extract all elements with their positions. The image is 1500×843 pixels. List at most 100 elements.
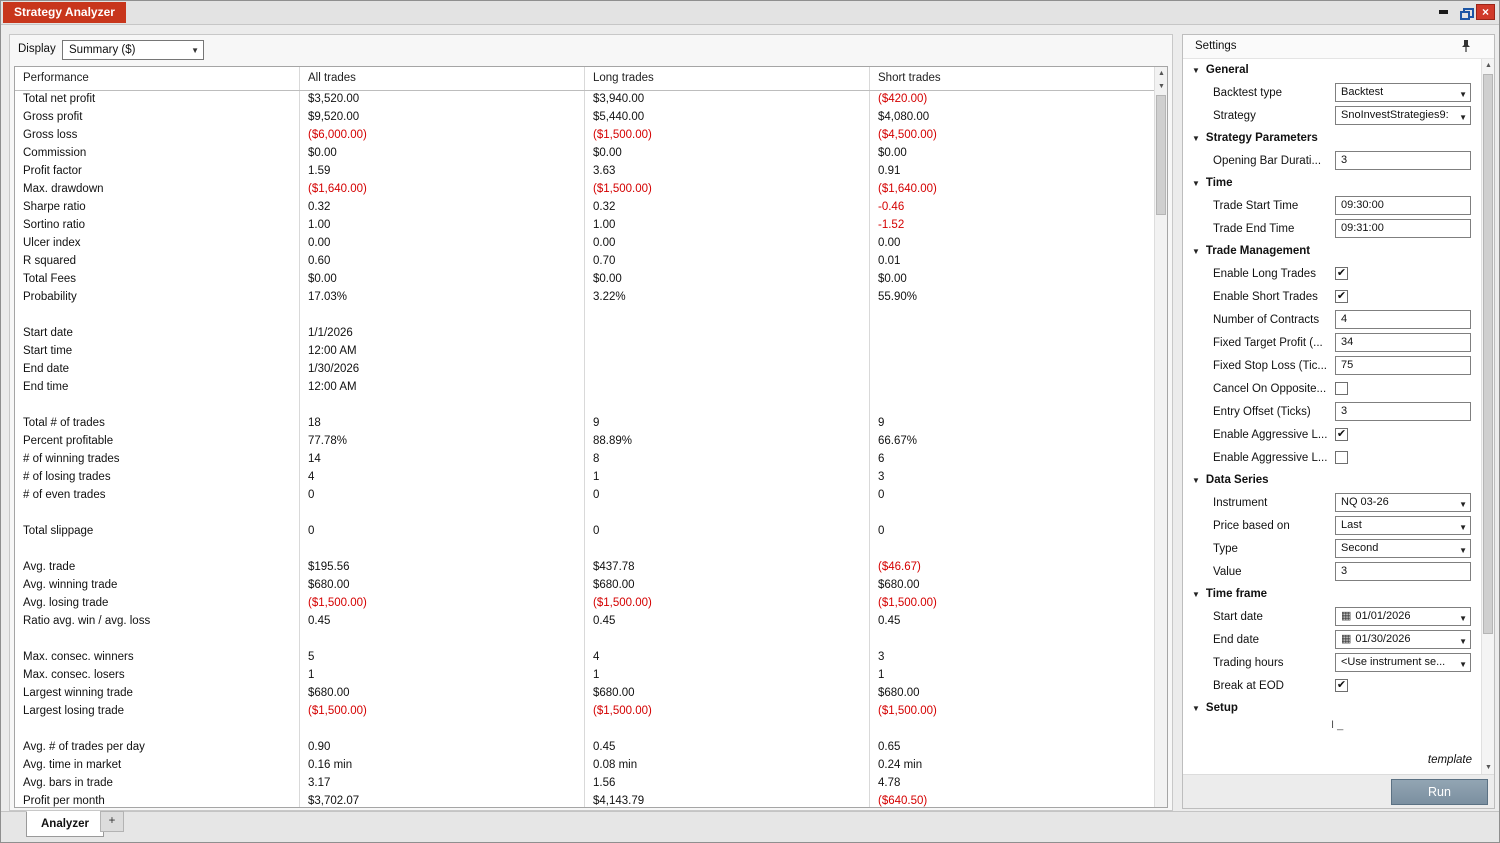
settings-section-time[interactable]: ▼ Time [1183,172,1480,194]
display-dropdown[interactable]: Summary ($) ▼ [62,40,204,60]
collapse-triangle-icon[interactable]: ▼ [1192,247,1200,256]
table-row[interactable]: Sortino ratio 1.00 1.00 -1.52 [15,217,1154,235]
setting-checkbox[interactable]: ✔ [1335,428,1348,441]
scroll-down-icon[interactable]: ▼ [1155,80,1167,93]
table-scrollbar-thumb[interactable] [1156,95,1166,215]
setting-checkbox[interactable] [1335,451,1348,464]
column-header-short-trades[interactable]: Short trades [870,67,1154,90]
collapse-triangle-icon[interactable]: ▼ [1192,179,1200,188]
table-row[interactable]: Total # of trades 18 9 9 [15,415,1154,433]
table-row[interactable]: R squared 0.60 0.70 0.01 [15,253,1154,271]
table-row[interactable]: Probability 17.03% 3.22% 55.90% [15,289,1154,307]
table-row[interactable]: End date 1/30/2026 [15,361,1154,379]
collapse-triangle-icon[interactable]: ▼ [1192,66,1200,75]
row-value: ($1,500.00) [585,181,870,199]
table-row[interactable]: # of even trades 0 0 0 [15,487,1154,505]
setting-input[interactable]: 4 [1335,310,1471,329]
table-row[interactable]: Avg. trade $195.56 $437.78 ($46.67) [15,559,1154,577]
setting-label: Value [1213,565,1242,578]
settings-section-time-frame[interactable]: ▼ Time frame [1183,583,1480,605]
table-row[interactable]: # of winning trades 14 8 6 [15,451,1154,469]
title-bar[interactable]: Strategy Analyzer × [1,1,1499,25]
section-label: Data Series [1205,474,1269,486]
tab-analyzer[interactable]: Analyzer [26,811,104,837]
setting-checkbox[interactable]: ✔ [1335,290,1348,303]
table-row[interactable]: Start date 1/1/2026 [15,325,1154,343]
collapse-triangle-icon[interactable]: ▼ [1192,704,1200,713]
table-row[interactable]: Ulcer index 0.00 0.00 0.00 [15,235,1154,253]
setting-input[interactable]: 3 [1335,151,1471,170]
setting-dropdown[interactable]: NQ 03-26 ▼ [1335,493,1471,512]
close-button[interactable]: × [1476,4,1495,20]
setting-checkbox[interactable] [1335,382,1348,395]
table-row[interactable]: Commission $0.00 $0.00 $0.00 [15,145,1154,163]
table-row[interactable]: End time 12:00 AM [15,379,1154,397]
table-scrollbar[interactable]: ▲ ▼ [1154,67,1167,807]
table-row[interactable]: Profit per month $3,702.07 $4,143.79 ($640.… [15,793,1154,807]
settings-scroll-up-icon[interactable]: ▲ [1482,59,1495,72]
restore-button[interactable] [1455,4,1474,20]
table-row[interactable]: Avg. # of trades per day 0.90 0.45 0.65 [15,739,1154,757]
setting-label: Entry Offset (Ticks) [1213,405,1311,418]
setting-checkbox[interactable]: ✔ [1335,679,1348,692]
settings-section-data-series[interactable]: ▼ Data Series [1183,469,1480,491]
scroll-up-icon[interactable]: ▲ [1155,67,1167,80]
settings-scrollbar[interactable]: ▲ ▼ [1481,59,1494,774]
setting-dropdown[interactable]: <Use instrument se... ▼ [1335,653,1471,672]
table-row[interactable]: Ratio avg. win / avg. loss 0.45 0.45 0.45 [15,613,1154,631]
column-header-long-trades[interactable]: Long trades [585,67,870,90]
pin-icon[interactable] [1460,39,1472,58]
settings-scroll-down-icon[interactable]: ▼ [1482,761,1495,774]
table-row[interactable]: Total slippage 0 0 0 [15,523,1154,541]
table-row[interactable]: Largest losing trade ($1,500.00) ($1,500.0… [15,703,1154,721]
table-row[interactable]: # of losing trades 4 1 3 [15,469,1154,487]
setting-date-picker[interactable]: ▦ 01/30/2026 ▼ [1335,630,1471,649]
table-row[interactable]: Gross loss ($6,000.00) ($1,500.00) ($4,500.… [15,127,1154,145]
settings-section-trade-management[interactable]: ▼ Trade Management [1183,240,1480,262]
setting-date-picker[interactable]: ▦ 01/01/2026 ▼ [1335,607,1471,626]
table-row[interactable]: Avg. winning trade $680.00 $680.00 $680.00 [15,577,1154,595]
table-row[interactable]: Start time 12:00 AM [15,343,1154,361]
template-link[interactable]: template [1428,754,1472,766]
minimize-button[interactable] [1434,4,1453,20]
table-row[interactable]: Percent profitable 77.78% 88.89% 66.67% [15,433,1154,451]
setting-input[interactable]: 09:31:00 [1335,219,1471,238]
collapse-triangle-icon[interactable]: ▼ [1192,134,1200,143]
collapse-triangle-icon[interactable]: ▼ [1192,590,1200,599]
table-row[interactable]: Max. consec. losers 1 1 1 [15,667,1154,685]
table-row[interactable]: Profit factor 1.59 3.63 0.91 [15,163,1154,181]
run-button[interactable]: Run [1391,779,1488,805]
setting-dropdown[interactable]: Last ▼ [1335,516,1471,535]
table-row[interactable]: Avg. losing trade ($1,500.00) ($1,500.00)(… [15,595,1154,613]
settings-section-strategy-parameters[interactable]: ▼ Strategy Parameters [1183,127,1480,149]
row-label: End date [15,361,300,379]
setting-dropdown[interactable]: Backtest ▼ [1335,83,1471,102]
collapse-triangle-icon[interactable]: ▼ [1192,476,1200,485]
setting-input[interactable]: 3 [1335,402,1471,421]
table-row[interactable]: Avg. time in market 0.16 min 0.08 min 0.24 … [15,757,1154,775]
setting-input[interactable]: 3 [1335,562,1471,581]
table-row[interactable]: Largest winning trade $680.00 $680.00 $680.… [15,685,1154,703]
setting-input[interactable]: 34 [1335,333,1471,352]
setting-input[interactable]: 75 [1335,356,1471,375]
table-row[interactable]: Gross profit $9,520.00 $5,440.00 $4,080.00 [15,109,1154,127]
setting-checkbox[interactable]: ✔ [1335,267,1348,280]
table-row[interactable]: Max. consec. winners 5 4 3 [15,649,1154,667]
setting-dropdown[interactable]: Second ▼ [1335,539,1471,558]
row-value: ($6,000.00) [300,127,585,145]
table-row[interactable]: Avg. bars in trade 3.17 1.56 4.78 [15,775,1154,793]
column-header-all-trades[interactable]: All trades [300,67,585,90]
table-row[interactable]: Max. drawdown ($1,640.00) ($1,500.00) ($1,6… [15,181,1154,199]
settings-scrollbar-thumb[interactable] [1483,74,1493,634]
table-row[interactable]: Total Fees $0.00 $0.00 $0.00 [15,271,1154,289]
row-value: 1.00 [300,217,585,235]
table-row[interactable]: Sharpe ratio 0.32 0.32 -0.46 [15,199,1154,217]
settings-section-setup[interactable]: ▼ Setup [1183,697,1480,719]
setting-dropdown[interactable]: SnoInvestStrategies9: ▼ [1335,106,1471,125]
settings-section-general[interactable]: ▼ General [1183,59,1480,81]
add-tab-button[interactable]: + [100,811,124,832]
column-header-performance[interactable]: Performance [15,67,300,90]
row-value: -1.52 [878,219,905,231]
setting-input[interactable]: 09:30:00 [1335,196,1471,215]
table-row[interactable]: Total net profit $3,520.00 $3,940.00 ($420.… [15,91,1154,109]
